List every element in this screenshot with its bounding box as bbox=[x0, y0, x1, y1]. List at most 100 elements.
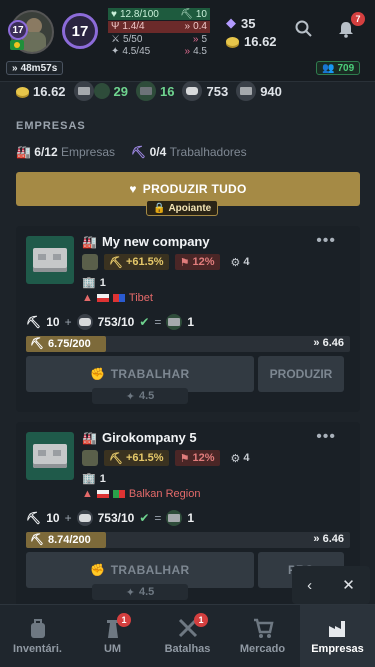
bulb-icon: ✦ bbox=[111, 46, 120, 57]
stat-row-energy: ✦ 4.5/45 » 4.5 bbox=[111, 46, 207, 57]
stat-row-health: ♥ 12.8/100 ⛏ 10 bbox=[108, 8, 210, 20]
more-options-icon[interactable]: ••• bbox=[316, 428, 336, 446]
chevrons-up-icon: » bbox=[12, 62, 18, 74]
produce-button[interactable]: PRODUZIR bbox=[258, 356, 344, 392]
company-region[interactable]: ▲ Tibet bbox=[82, 292, 153, 304]
bulb-icon: ✦ bbox=[125, 586, 135, 599]
level-ring[interactable]: 17 bbox=[62, 13, 98, 49]
factory-icon bbox=[327, 617, 349, 639]
tab-um[interactable]: UM 1 bbox=[75, 605, 150, 667]
company-workers: 🏢 1 bbox=[82, 276, 106, 290]
chevron-left-icon[interactable]: ‹ bbox=[307, 577, 312, 594]
avatar-level-badge: 17 bbox=[8, 20, 28, 40]
supporter-badge: 🔒 Apoiante bbox=[146, 200, 219, 216]
chevrons-up-icon: » bbox=[313, 533, 320, 545]
owner-avatar[interactable] bbox=[82, 450, 98, 466]
flag-icon bbox=[96, 294, 109, 302]
gems-value: 35 bbox=[241, 15, 256, 31]
section-title: EMPRESAS bbox=[16, 120, 86, 132]
tab-badge: 1 bbox=[194, 613, 208, 627]
company-name[interactable]: 🏭 My new company bbox=[82, 234, 210, 249]
company-workers: 🏢 1 bbox=[82, 472, 106, 486]
gold-coin-icon bbox=[16, 86, 29, 96]
backpack-icon bbox=[28, 617, 48, 639]
online-players-badge[interactable]: 👥 709 bbox=[316, 61, 361, 75]
tax-tag: ⚑ 12% bbox=[174, 254, 220, 270]
tab-badge: 1 bbox=[117, 613, 131, 627]
work-button[interactable]: ✊ TRABALHAR bbox=[26, 552, 254, 588]
chevrons-up-icon: » bbox=[192, 33, 199, 45]
company-card: 🏭 My new company ••• ⛏ +61.5% ⚑ 12% ⚙ 4 🏢 1 ▲… bbox=[16, 226, 360, 412]
chevrons-up-icon: » bbox=[184, 21, 191, 32]
company-region[interactable]: ▲ Balkan Region bbox=[82, 488, 200, 500]
gray-brick-icon bbox=[166, 510, 183, 526]
factory-icon: 🏭 bbox=[82, 234, 97, 249]
company-name[interactable]: 🏭 Girokompany 5 bbox=[82, 430, 197, 445]
bulb-icon: ✦ bbox=[125, 390, 135, 403]
flag-icon: ⚑ bbox=[179, 452, 190, 465]
inventory-item[interactable]: 29 bbox=[73, 81, 128, 101]
search-icon[interactable] bbox=[295, 20, 312, 42]
gem-icon: ◆ bbox=[226, 15, 236, 30]
more-options-icon[interactable]: ••• bbox=[316, 232, 336, 250]
level-tag: ⚙ 4 bbox=[230, 256, 250, 269]
lock-icon: 🔒 bbox=[153, 202, 166, 214]
work-button[interactable]: ✊ TRABALHAR bbox=[26, 356, 254, 392]
brick-factory-icon bbox=[26, 432, 74, 480]
handshake-icon: ✊ bbox=[90, 367, 106, 381]
currencies[interactable]: ◆ 35 16.62 bbox=[226, 14, 277, 50]
close-icon[interactable]: ✕ bbox=[342, 576, 355, 594]
workers-icon: ⛏ bbox=[131, 145, 147, 159]
pickaxe-icon: ⛏ bbox=[30, 534, 44, 546]
building-icon: 🏢 bbox=[82, 277, 96, 289]
stat-row-food: Ψ 1.4/4 » 0.4 bbox=[108, 20, 210, 33]
gray-brick-icon bbox=[166, 314, 183, 330]
bottom-nav: Inventári. UM 1 Batalhas 1 Mercado Empre… bbox=[0, 604, 375, 667]
tab-battles[interactable]: Batalhas 1 bbox=[150, 605, 225, 667]
factory-icon: 🏭 bbox=[16, 145, 31, 159]
flag-icon bbox=[112, 490, 125, 498]
tab-companies[interactable]: Empresas bbox=[300, 605, 375, 667]
inventory-strip: 16.62 29 16 753 940 bbox=[16, 80, 282, 102]
top-bar: 17 17 ♥ 12.8/100 ⛏ 10 Ψ 1.4/4 » 0.4 ⚔ 5/50 » 5… bbox=[0, 0, 375, 82]
pickaxe-icon: ⛏ bbox=[109, 256, 123, 269]
inventory-item[interactable]: 16.62 bbox=[16, 84, 66, 99]
bonus-tag: ⛏ +61.5% bbox=[104, 254, 169, 270]
check-icon: ✔ bbox=[139, 511, 150, 525]
bonus-tag: ⛏ +61.5% bbox=[104, 450, 169, 466]
steel-block-icon bbox=[236, 81, 257, 101]
chevrons-up-icon: » bbox=[184, 46, 191, 57]
owner-avatar[interactable] bbox=[82, 254, 98, 270]
inventory-item[interactable]: 16 bbox=[136, 81, 174, 101]
swords-icon: ⚔ bbox=[111, 33, 120, 45]
tab-market[interactable]: Mercado bbox=[225, 605, 300, 667]
production-recipe: ⛏ 10 + 753/10 ✔ = 1 bbox=[26, 314, 195, 330]
level-tag: ⚙ 4 bbox=[230, 452, 250, 465]
company-tags: ⛏ +61.5% ⚑ 12% ⚙ 4 bbox=[82, 254, 255, 270]
inventory-item[interactable]: 753 bbox=[182, 81, 228, 101]
stone-icon bbox=[182, 81, 203, 101]
heart-icon: ♥ bbox=[129, 182, 137, 196]
users-icon: 👥 bbox=[322, 62, 335, 74]
floating-nav: ‹ ✕ bbox=[292, 566, 370, 604]
energy-cost: ✦ 4.5 bbox=[92, 584, 188, 600]
brick-factory-icon bbox=[26, 236, 74, 284]
gear-icon: ⚙ bbox=[230, 256, 241, 269]
pickaxe-icon: ⛏ bbox=[180, 8, 193, 20]
tax-tag: ⚑ 12% bbox=[174, 450, 220, 466]
tab-inventory[interactable]: Inventári. bbox=[0, 605, 75, 667]
dark-brick-icon bbox=[136, 81, 157, 101]
notification-badge: 7 bbox=[351, 12, 365, 26]
player-stats[interactable]: ♥ 12.8/100 ⛏ 10 Ψ 1.4/4 » 0.4 ⚔ 5/50 » 5 ✦ 4.5/… bbox=[108, 8, 210, 58]
production-progress: ⛏ 8.74/200 » 6.46 bbox=[26, 532, 350, 548]
handshake-icon: ✊ bbox=[90, 563, 106, 577]
gold-value: 16.62 bbox=[244, 33, 277, 49]
production-progress: ⛏ 6.75/200 » 6.46 bbox=[26, 336, 350, 352]
heart-icon: ♥ bbox=[111, 8, 117, 20]
timer-badge[interactable]: » 48m57s bbox=[6, 61, 64, 75]
food-icon: Ψ bbox=[111, 21, 120, 32]
gold-coin-icon bbox=[226, 36, 239, 46]
gray-brick-icon bbox=[93, 83, 110, 99]
inventory-item[interactable]: 940 bbox=[236, 81, 282, 101]
building-icon: 🏢 bbox=[82, 473, 96, 485]
